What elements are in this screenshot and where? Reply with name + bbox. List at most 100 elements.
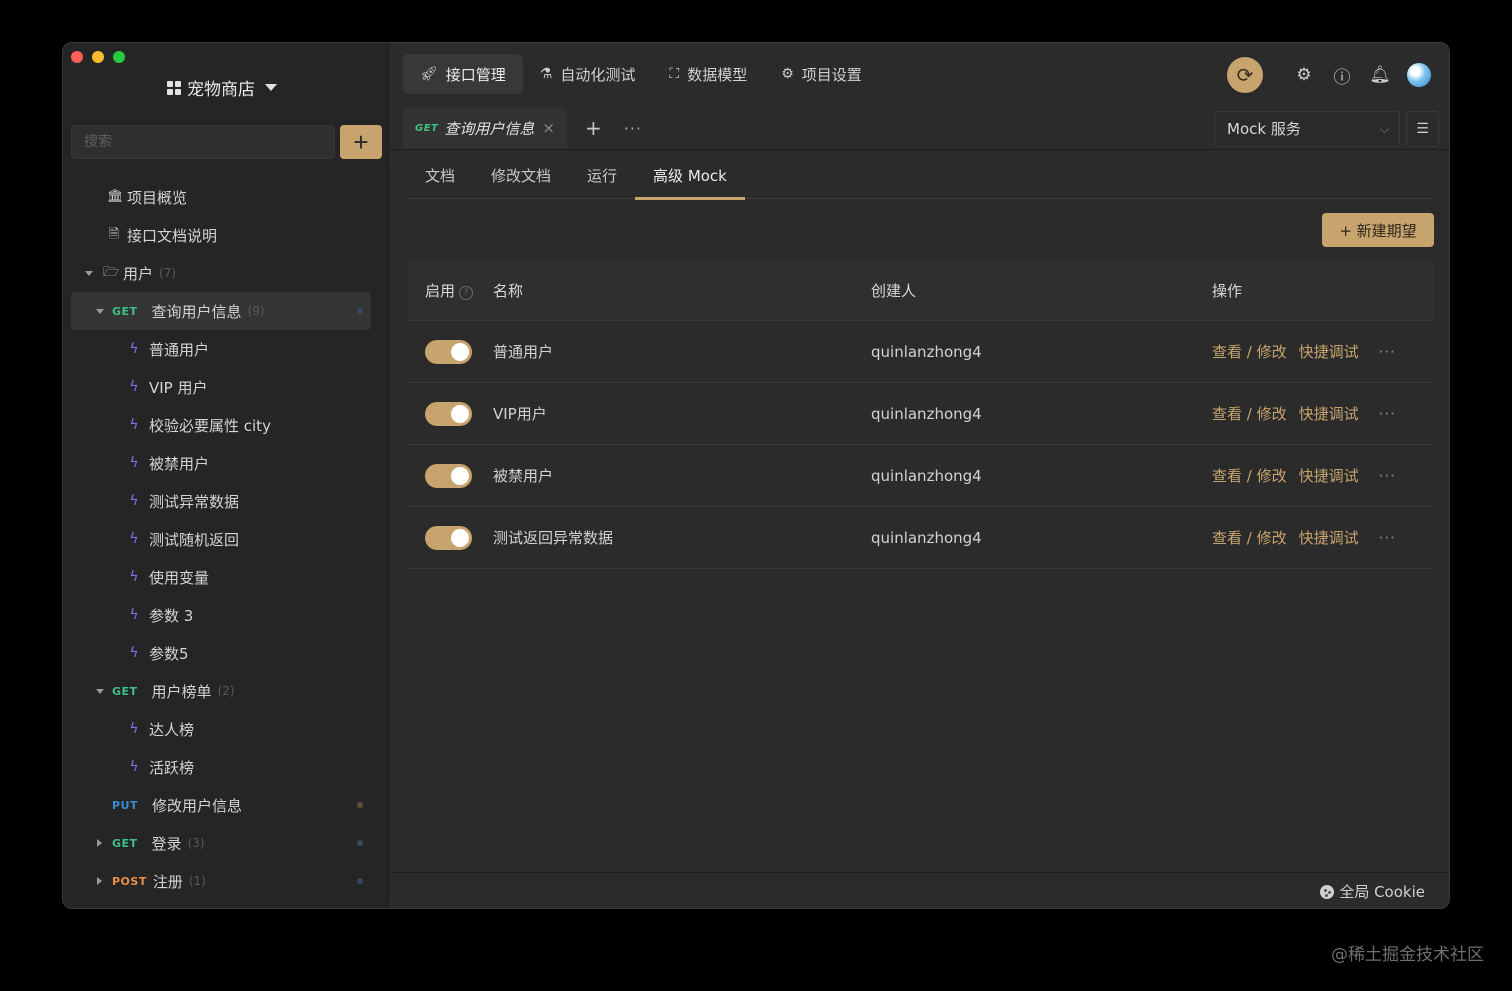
- chevron-down-icon[interactable]: [96, 308, 104, 314]
- view-edit-link[interactable]: 查看 / 修改: [1212, 465, 1287, 486]
- help-icon[interactable]: ⓘ: [1331, 63, 1353, 88]
- sidebar-api-query-user[interactable]: GET 查询用户信息 (9): [71, 292, 371, 330]
- sidebar-mock-item[interactable]: ϟ 被禁用户: [71, 444, 371, 482]
- row-creator: quinlanzhong4: [871, 528, 982, 547]
- sidebar-mock-item[interactable]: ϟ 测试异常数据: [71, 482, 371, 520]
- watermark: @稀土掘金技术社区: [1331, 945, 1484, 965]
- enable-toggle[interactable]: [425, 525, 472, 550]
- sidebar-api-user-rank[interactable]: GET 用户榜单 (2): [71, 672, 371, 710]
- subtab-run[interactable]: 运行: [569, 155, 635, 199]
- sidebar-item-doc-intro[interactable]: 🗎 接口文档说明: [71, 216, 371, 254]
- sidebar-mock-item[interactable]: ϟ 测试随机返回: [71, 520, 371, 558]
- view-edit-link[interactable]: 查看 / 修改: [1212, 527, 1287, 548]
- caret-down-icon: [265, 84, 277, 91]
- close-icon[interactable]: ×: [542, 119, 555, 137]
- file-tabs: GET 查询用户信息 × + ···: [403, 108, 642, 148]
- sidebar-mock-item[interactable]: ϟ 使用变量: [71, 558, 371, 596]
- status-dot: [357, 878, 363, 884]
- sidebar-item-label: 测试异常数据: [149, 492, 240, 511]
- bolt-icon: ϟ: [129, 379, 139, 395]
- enable-toggle[interactable]: [425, 401, 472, 426]
- subtab-advanced-mock[interactable]: 高级 Mock: [635, 155, 745, 200]
- more-icon[interactable]: ···: [1379, 467, 1396, 485]
- view-edit-link[interactable]: 查看 / 修改: [1212, 341, 1287, 362]
- row-name: 测试返回异常数据: [493, 529, 614, 547]
- settings-gear-icon[interactable]: ⚙: [1293, 65, 1315, 85]
- question-icon[interactable]: ?: [459, 286, 474, 300]
- enable-toggle[interactable]: [425, 339, 472, 364]
- enable-toggle[interactable]: [425, 463, 472, 488]
- add-button[interactable]: +: [340, 125, 382, 159]
- quick-debug-link[interactable]: 快捷调试: [1299, 527, 1359, 548]
- tab-project-settings[interactable]: ⚙ 项目设置: [764, 54, 879, 94]
- quick-debug-link[interactable]: 快捷调试: [1299, 465, 1359, 486]
- sidebar-mock-item[interactable]: ϟ 活跃榜: [71, 748, 371, 786]
- sidebar-item-label: 用户: [123, 264, 154, 283]
- tab-data-model[interactable]: ⛶ 数据模型: [652, 54, 764, 94]
- sidebar-item-label: 活跃榜: [149, 758, 195, 777]
- bell-icon[interactable]: 🔔︎: [1369, 65, 1391, 85]
- item-count: (2): [217, 684, 235, 698]
- sidebar-item-label: 查询用户信息: [151, 302, 242, 321]
- more-tabs-icon[interactable]: ···: [624, 119, 642, 138]
- more-icon[interactable]: ···: [1379, 529, 1396, 547]
- sidebar-item-label: 校验必要属性 city: [149, 416, 271, 435]
- chevron-right-icon[interactable]: [97, 877, 102, 885]
- bolt-icon: ϟ: [129, 721, 139, 737]
- new-tab-icon[interactable]: +: [585, 116, 602, 140]
- sidebar-mock-item[interactable]: ϟ 校验必要属性 city: [71, 406, 371, 444]
- tab-automation-test[interactable]: ⚗ 自动化测试: [523, 54, 653, 94]
- table-header: 启用? 名称 创建人 操作: [407, 261, 1434, 321]
- close-window-button[interactable]: [71, 51, 83, 63]
- sidebar-mock-item[interactable]: ϟ 参数5: [71, 634, 371, 672]
- sidebar: 宠物商店 + 🏛 项目概览 🗎 接口文档说明 🗁 用户 (7) GET: [63, 43, 389, 908]
- api-tree: 🏛 项目概览 🗎 接口文档说明 🗁 用户 (7) GET 查询用户信息 (9): [71, 178, 371, 900]
- zoom-window-button[interactable]: [113, 51, 125, 63]
- subtab-doc[interactable]: 文档: [407, 155, 473, 199]
- item-count: (9): [247, 304, 265, 318]
- new-expectation-button[interactable]: + 新建期望: [1322, 213, 1434, 247]
- divider: [389, 149, 1449, 150]
- file-tab-label: 查询用户信息: [444, 119, 535, 138]
- sidebar-folder-users[interactable]: 🗁 用户 (7): [71, 254, 371, 292]
- row-name: 被禁用户: [493, 467, 554, 485]
- quick-debug-link[interactable]: 快捷调试: [1299, 403, 1359, 424]
- chevron-down-icon[interactable]: [85, 270, 93, 276]
- sidebar-mock-item[interactable]: ϟ 参数 3: [71, 596, 371, 634]
- sidebar-api-login[interactable]: GET 登录 (3): [71, 824, 371, 862]
- sidebar-api-register[interactable]: POST 注册 (1): [71, 862, 371, 900]
- sidebar-scrollbar[interactable]: [379, 173, 385, 893]
- bolt-icon: ϟ: [129, 341, 139, 357]
- tab-api-management[interactable]: 🚀︎ 接口管理: [403, 54, 523, 94]
- rocket-icon: 🚀︎: [420, 66, 438, 82]
- sidebar-mock-item[interactable]: ϟ VIP 用户: [71, 368, 371, 406]
- search-input[interactable]: [71, 125, 335, 159]
- sidebar-item-overview[interactable]: 🏛 项目概览: [71, 178, 371, 216]
- global-cookie-button[interactable]: 全局 Cookie: [1320, 881, 1425, 902]
- avatar[interactable]: [1407, 63, 1431, 87]
- more-icon[interactable]: ···: [1379, 343, 1396, 361]
- bolt-icon: ϟ: [129, 531, 139, 547]
- subtab-edit-doc[interactable]: 修改文档: [473, 155, 569, 199]
- view-edit-link[interactable]: 查看 / 修改: [1212, 403, 1287, 424]
- header-name: 名称: [493, 282, 524, 300]
- list-icon[interactable]: ☰: [1406, 111, 1439, 147]
- sidebar-api-update-user[interactable]: PUT 修改用户信息: [71, 786, 371, 824]
- file-tab-query-user[interactable]: GET 查询用户信息 ×: [403, 108, 567, 148]
- folder-icon: 🗁: [103, 265, 120, 280]
- sidebar-mock-item[interactable]: ϟ 普通用户: [71, 330, 371, 368]
- chevron-down-icon[interactable]: [96, 688, 104, 694]
- more-icon[interactable]: ···: [1379, 405, 1396, 423]
- sidebar-mock-item[interactable]: ϟ 达人榜: [71, 710, 371, 748]
- mock-service-label: Mock 服务: [1227, 120, 1301, 138]
- quick-debug-link[interactable]: 快捷调试: [1299, 341, 1359, 362]
- minimize-window-button[interactable]: [92, 51, 104, 63]
- method-badge: GET: [112, 304, 138, 318]
- sub-tabs: 文档 修改文档 运行 高级 Mock: [407, 155, 1434, 200]
- sync-icon[interactable]: ⟳: [1227, 57, 1263, 93]
- mock-service-select[interactable]: Mock 服务 ⌵: [1214, 111, 1400, 147]
- project-switcher[interactable]: 宠物商店: [167, 75, 277, 100]
- chevron-right-icon[interactable]: [97, 839, 102, 847]
- row-name: VIP用户: [493, 405, 547, 423]
- sidebar-item-label: 参数 3: [149, 606, 194, 625]
